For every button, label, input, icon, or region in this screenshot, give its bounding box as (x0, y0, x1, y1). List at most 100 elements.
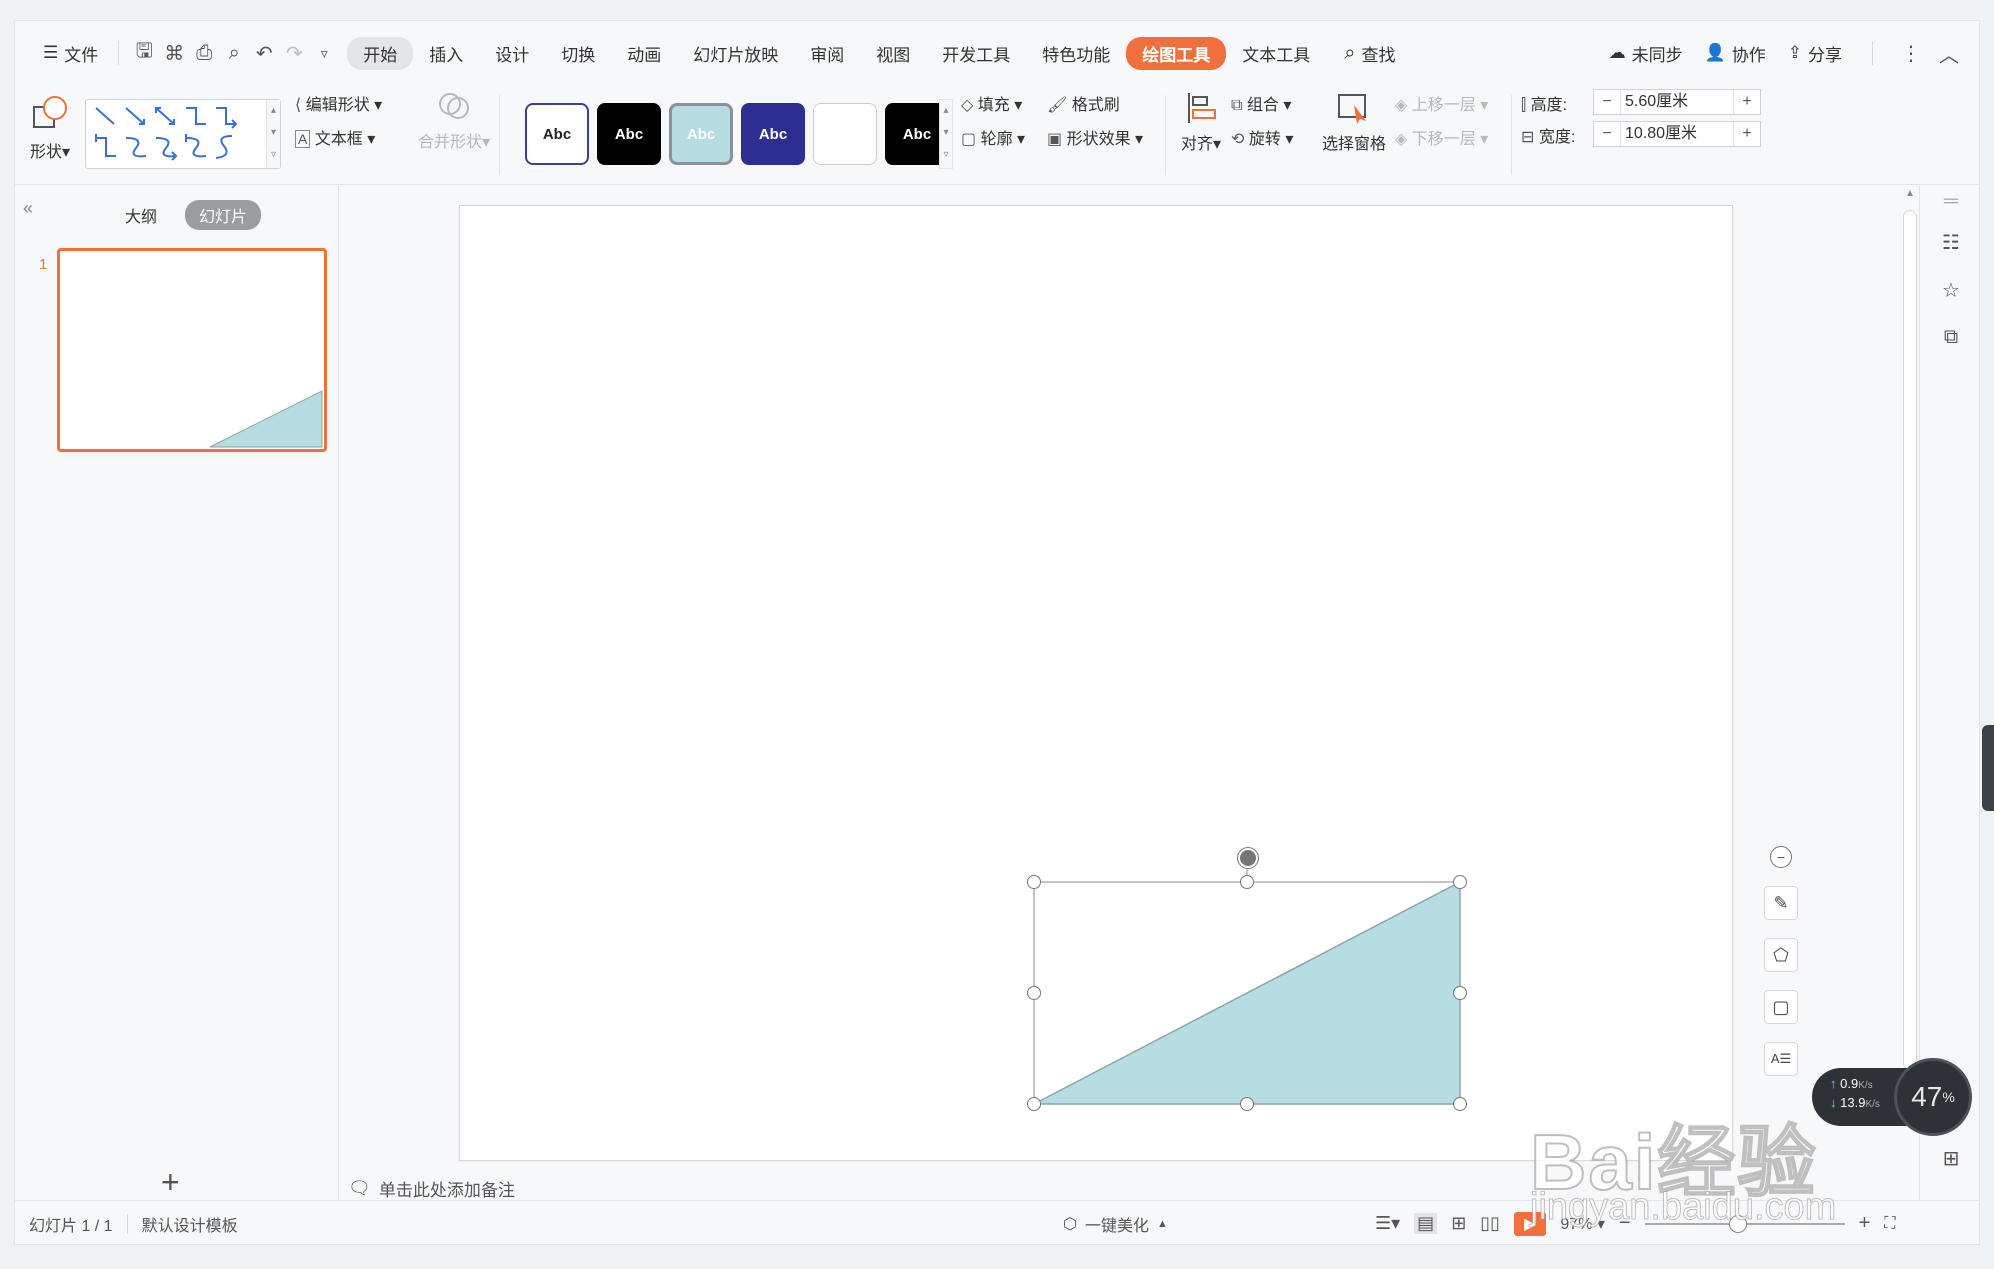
tab-developer[interactable]: 开发工具 (926, 37, 1026, 70)
tab-slideshow[interactable]: 幻灯片放映 (677, 37, 794, 70)
resize-handle-top-right[interactable] (1453, 875, 1467, 889)
selection-pane-button[interactable]: 选择窗格 (1317, 91, 1391, 154)
shape-effects-button[interactable]: ▣ 形状效果 ▾ (1047, 125, 1143, 149)
tab-insert[interactable]: 插入 (413, 37, 479, 70)
vertical-scrollbar[interactable]: ▲ (1901, 186, 1919, 1200)
resize-handle-top[interactable] (1240, 875, 1254, 889)
outline-button[interactable]: ▢ 轮廓 ▾ (961, 125, 1025, 149)
style-preset-black[interactable]: Abc (597, 103, 661, 165)
play-slideshow-icon[interactable]: ▶ (1514, 1211, 1547, 1236)
textbox-button[interactable]: A 文本框 ▾ (295, 125, 375, 149)
notes-area[interactable]: 🗨 单击此处添加备注 (348, 1176, 515, 1201)
height-stepper[interactable]: − 5.60厘米 + (1593, 89, 1761, 115)
shape-fill-icon[interactable]: ⬠ (1764, 938, 1798, 972)
sync-label: 未同步 (1631, 45, 1683, 65)
rotate-handle[interactable] (1238, 848, 1258, 868)
collapse-quick-toolbar-icon[interactable]: − (1770, 846, 1792, 868)
collab-button[interactable]: 👤 协作 (1703, 37, 1768, 70)
fill-button[interactable]: ◇ 填充 ▾ (961, 91, 1022, 115)
tab-outline[interactable]: 大纲 (111, 200, 171, 230)
grid-view-icon[interactable]: ⊞ (1936, 1146, 1966, 1176)
search-button[interactable]: ⌕ 查找 (1334, 37, 1405, 70)
style-preset-blank[interactable] (813, 103, 877, 165)
text-wrap-icon[interactable]: A☰ (1764, 1042, 1798, 1076)
group-button[interactable]: ⧉ 组合 ▾ (1231, 91, 1291, 115)
style-preset-outline[interactable]: Abc (525, 103, 589, 165)
normal-view-icon[interactable]: ▤ (1414, 1213, 1438, 1234)
height-increase-button[interactable]: + (1734, 93, 1760, 111)
properties-icon[interactable]: ☷ (1936, 230, 1966, 260)
undo-icon[interactable]: ↶ (249, 41, 279, 66)
right-triangle-shape[interactable] (1033, 880, 1461, 1105)
slide[interactable] (459, 205, 1733, 1161)
more-options-icon[interactable]: ⋮ (1901, 41, 1921, 66)
resize-handle-right[interactable] (1453, 986, 1467, 1000)
tab-transitions[interactable]: 切换 (545, 37, 611, 70)
tab-view[interactable]: 视图 (860, 37, 926, 70)
reading-view-icon[interactable]: ▯▯ (1480, 1213, 1500, 1234)
rotate-button[interactable]: ⟲ 旋转 ▾ (1231, 125, 1293, 149)
format-painter-button[interactable]: 🖌 格式刷 (1047, 91, 1120, 115)
fill-bucket-icon: ◇ (961, 97, 974, 114)
line-shape-gallery[interactable]: ▴ ▾ ▿ (85, 99, 281, 169)
add-slide-button[interactable]: + (161, 1166, 180, 1198)
fit-window-icon[interactable]: ⛶ (1884, 1215, 1895, 1233)
tab-drawing-tools[interactable]: 绘图工具 (1126, 36, 1227, 70)
tab-review[interactable]: 审阅 (794, 37, 860, 70)
shape-button[interactable]: 形状▾ (23, 93, 77, 177)
scroll-up-icon[interactable]: ▲ (1905, 188, 1915, 199)
tab-text-tools[interactable]: 文本工具 (1226, 37, 1326, 70)
zoom-out-icon[interactable]: − (1619, 1212, 1631, 1235)
tab-home[interactable]: 开始 (347, 36, 414, 70)
height-input[interactable]: 5.60厘米 (1620, 90, 1734, 114)
collapse-ribbon-icon[interactable]: ︿ (1939, 39, 1959, 68)
customize-toolbar-icon[interactable]: ▿ (309, 45, 339, 62)
transition-icon[interactable]: ⧉ (1936, 326, 1966, 356)
gallery-scroll[interactable]: ▴ ▾ ▿ (266, 100, 280, 168)
network-speed-widget[interactable]: ↑ 0.9K/s ↓ 13.9K/s 47% (1812, 1058, 1976, 1136)
tab-special-features[interactable]: 特色功能 (1026, 37, 1126, 70)
zoom-in-icon[interactable]: + (1859, 1212, 1871, 1235)
width-increase-button[interactable]: + (1734, 125, 1760, 143)
slide-thumbnail[interactable] (57, 248, 327, 452)
style-preset-navy[interactable]: Abc (741, 103, 805, 165)
shape-style-brush-icon[interactable]: ✎ (1764, 886, 1798, 920)
zoom-slider-thumb[interactable] (1728, 1214, 1747, 1233)
template-name[interactable]: 默认设计模板 (128, 1212, 252, 1236)
redo-icon[interactable]: ↷ (279, 41, 309, 66)
beautify-button[interactable]: ⬡ 一键美化 ▲ (1063, 1212, 1168, 1236)
tab-slides[interactable]: 幻灯片 (185, 200, 262, 230)
width-decrease-button[interactable]: − (1594, 125, 1620, 143)
width-stepper[interactable]: − 10.80厘米 + (1593, 121, 1761, 147)
scrollbar-thumb[interactable] (1903, 210, 1917, 1070)
zoom-level[interactable]: 97% ▾ (1560, 1214, 1605, 1234)
style-gallery-scroll[interactable]: ▴ ▾ ▿ (939, 99, 953, 169)
shape-outline-icon[interactable]: ▢ (1764, 990, 1798, 1024)
resize-handle-top-left[interactable] (1027, 875, 1041, 889)
merge-shape-button: 合并形状▾ (409, 89, 499, 152)
align-button[interactable]: 对齐▾ (1175, 91, 1227, 154)
resize-handle-bottom-left[interactable] (1027, 1097, 1041, 1111)
style-preset-teal[interactable]: Abc (669, 103, 733, 165)
notes-toggle-icon[interactable]: ☰▾ (1375, 1213, 1400, 1234)
slide-sorter-icon[interactable]: ⊞ (1451, 1213, 1466, 1234)
side-floating-tab[interactable] (1982, 725, 1994, 811)
resize-handle-bottom-right[interactable] (1453, 1097, 1467, 1111)
save-icon[interactable]: 🖫 (129, 36, 159, 70)
collapse-panel-icon[interactable]: « (23, 198, 33, 219)
tab-design[interactable]: 设计 (479, 37, 545, 70)
width-input[interactable]: 10.80厘米 (1620, 122, 1734, 146)
zoom-slider[interactable] (1644, 1214, 1845, 1233)
print-preview-icon[interactable]: ⌕ (219, 42, 249, 65)
height-decrease-button[interactable]: − (1594, 93, 1620, 111)
tab-animations[interactable]: 动画 (611, 37, 677, 70)
print-icon[interactable]: ⎙ (189, 42, 219, 65)
animation-star-icon[interactable]: ☆ (1936, 278, 1966, 308)
sync-button[interactable]: ☁ 未同步 (1607, 37, 1685, 70)
resize-handle-left[interactable] (1027, 986, 1041, 1000)
share-button[interactable]: ⇪ 分享 (1786, 37, 1844, 70)
format-painter-quick-icon[interactable]: ⌘ (159, 41, 189, 66)
resize-handle-bottom[interactable] (1240, 1097, 1254, 1111)
edit-shape-button[interactable]: ⟨ 编辑形状 ▾ (295, 91, 382, 115)
file-menu[interactable]: ☰ 文件 (33, 37, 108, 70)
